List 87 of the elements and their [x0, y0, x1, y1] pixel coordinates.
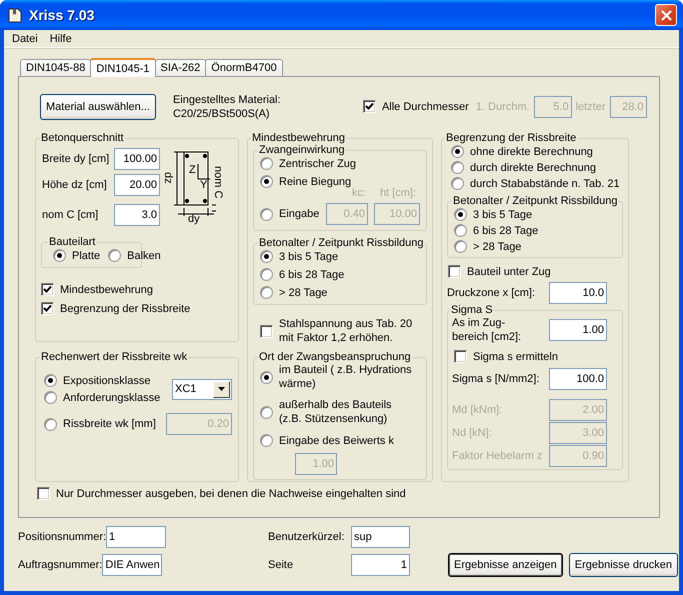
group-title: Betonalter / Zeitpunkt Rissbildung	[258, 237, 424, 249]
text-field[interactable]: 3.0	[114, 204, 160, 226]
tab[interactable]: DIN1045-1	[90, 58, 156, 77]
tab[interactable]: ÖnormB4700	[205, 59, 283, 76]
field-label: ht [cm]:	[380, 186, 416, 200]
group-title: Bauteilart	[48, 236, 96, 248]
radio-button[interactable]: Anforderungsklasse	[44, 390, 160, 405]
field-label: Faktor Hebelarm z	[452, 449, 542, 463]
radio-button[interactable]: Zentrischer Zug	[260, 156, 420, 171]
close-icon	[660, 10, 672, 20]
radio-button[interactable]: im Bauteil ( z.B. Hydrations wärme)	[260, 363, 420, 391]
text-field[interactable]: 100.0	[549, 368, 607, 390]
radio-button[interactable]: durch direkte Berechnung	[451, 160, 623, 175]
text-field[interactable]: DIE Anwen	[102, 554, 162, 576]
text-field[interactable]: sup	[351, 526, 410, 548]
caret-icon	[218, 387, 225, 391]
tab[interactable]: SIA-262	[154, 59, 206, 76]
app-icon	[7, 7, 23, 23]
field-label: letzter	[576, 100, 606, 114]
axis-label: Z	[189, 164, 196, 176]
field-label: Auftragsnummer:	[18, 558, 102, 572]
tab[interactable]: DIN1045-88	[20, 59, 92, 76]
checkbox[interactable]: Sigma s ermitteln	[454, 349, 558, 364]
group-title: Rechenwert der Rissbreite wk	[40, 351, 188, 363]
cross-section-drawing	[174, 152, 216, 216]
window-title: Xriss 7.03	[29, 7, 96, 23]
axis-label: Y	[200, 179, 208, 191]
checkbox[interactable]: Stahlspannung aus Tab. 20 mit Faktor 1,2 erhöhen.	[260, 317, 412, 345]
dimension-label: dz	[164, 172, 174, 184]
results-button[interactable]: Ergebnisse drucken	[568, 553, 678, 577]
field-label: Sigma s [N/mm2]:	[452, 372, 540, 386]
group-title: Ort der Zwangsbeanspruchung	[258, 351, 412, 363]
field-label: Benutzerkürzel:	[268, 530, 344, 544]
field-label: 1. Durchm.	[476, 100, 530, 114]
text-field[interactable]: 1	[106, 526, 166, 548]
radio-button[interactable]: Eingabe	[260, 206, 320, 222]
dimension-label: nom C	[212, 166, 224, 198]
text-field[interactable]: 10.0	[549, 282, 607, 304]
radio-button[interactable]: > 28 Tage	[260, 285, 420, 300]
text-field[interactable]: 1	[351, 554, 410, 576]
radio-button[interactable]: 3 bis 5 Tage	[454, 207, 616, 222]
field-label: Nd [kN]:	[452, 426, 492, 440]
close-button[interactable]	[655, 4, 677, 26]
material-value: C20/25/BSt500S(A)	[172, 106, 271, 120]
group-title: Zwangeinwirkung	[258, 144, 346, 156]
menu-item[interactable]: Datei	[6, 32, 44, 44]
radio-button[interactable]: 6 bis 28 Tage	[260, 267, 420, 282]
field-label: kc:	[352, 186, 366, 200]
radio-button[interactable]: > 28 Tage	[454, 239, 616, 254]
radio-button[interactable]: außerhalb des Bauteils (z.B. Stützensenkung)	[260, 398, 420, 426]
group-title: Mindestbewehrung	[251, 132, 346, 144]
radio-button[interactable]: Balken	[108, 248, 161, 263]
radio-button[interactable]: ohne direkte Berechnung	[451, 144, 623, 159]
radio-button[interactable]: durch Stababstände n. Tab. 21	[451, 176, 623, 191]
group-title: Betonalter / Zeitpunkt Rissbildung	[452, 195, 618, 207]
checkbox[interactable]: Mindestbewehrung	[41, 282, 232, 297]
text-field[interactable]: 100.00	[114, 148, 160, 170]
radio-button[interactable]: Rissbreite wk [mm]	[44, 416, 156, 432]
checkbox[interactable]: Nur Durchmesser ausgeben, bei denen die Nachweise eingehalten sind	[37, 486, 406, 501]
field-label: nom C [cm]	[42, 208, 98, 222]
group-title: Betonquerschnitt	[40, 132, 125, 144]
radio-button[interactable]: 3 bis 5 Tage	[260, 249, 420, 264]
text-field[interactable]: 1.00	[549, 319, 607, 341]
radio-button[interactable]: Eingabe des Beiwerts k	[260, 433, 420, 448]
field-label: Md [kNm]:	[452, 403, 502, 417]
radio-button[interactable]: Reine Biegung	[260, 174, 420, 189]
material-label: Eingestelltes Material:	[172, 92, 282, 106]
radio-button[interactable]: 6 bis 28 Tage	[454, 223, 616, 238]
field-label: Breite dy [cm]	[42, 152, 110, 166]
dropdown[interactable]: XC1	[172, 378, 232, 400]
field-label: Druckzone x [cm]:	[447, 286, 536, 300]
text-field[interactable]: 20.00	[114, 174, 160, 196]
results-button[interactable]: Ergebnisse anzeigen	[448, 553, 563, 577]
group-title: Sigma S	[450, 304, 494, 316]
field-label: Höhe dz [cm]	[42, 178, 107, 192]
menu-item[interactable]: Hilfe	[44, 32, 78, 44]
field-label: As im Zug- bereich [cm2]:	[452, 316, 522, 344]
checkbox[interactable]: Begrenzung der Rissbreite	[41, 301, 232, 316]
group-title: Begrenzung der Rissbreite	[445, 132, 578, 144]
radio-button[interactable]: Expositionsklasse	[44, 373, 160, 388]
checkbox[interactable]: Alle Durchmesser	[362, 99, 469, 114]
dimension-label: dy	[188, 213, 200, 225]
field-label: Positionsnummer:	[18, 530, 106, 544]
material-button[interactable]: Material auswählen...	[40, 94, 156, 120]
field-label: Seite	[268, 558, 294, 572]
checkbox[interactable]: Bauteil unter Zug	[448, 264, 551, 279]
radio-button[interactable]: Platte	[53, 248, 100, 263]
